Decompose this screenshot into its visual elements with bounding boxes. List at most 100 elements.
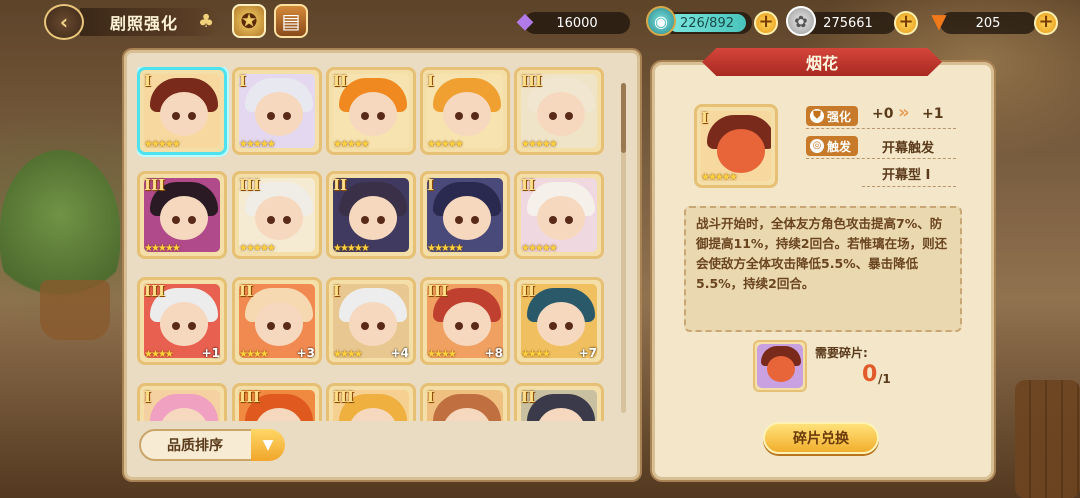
card-stars: ★★★★★ — [144, 243, 181, 254]
shield-icon: ⛊ — [810, 109, 824, 123]
card-portrait — [427, 390, 503, 421]
card-rank: III — [239, 388, 261, 406]
portrait-eye — [172, 322, 180, 330]
portrait-eye — [283, 112, 291, 120]
card-bonus: +3 — [296, 346, 315, 360]
card-stars: ★★★★★ — [333, 243, 370, 254]
portrait-face — [443, 196, 491, 240]
dropdown-arrow-icon[interactable]: ▼ — [251, 429, 285, 461]
character-card[interactable]: I — [420, 383, 510, 421]
character-card[interactable]: I ★★★★★ — [137, 67, 227, 155]
trigger-value: 开幕触发 — [882, 141, 935, 156]
shard-portrait — [757, 344, 803, 388]
detail-name: 烟花 — [805, 54, 838, 73]
page-title: 剧照强化 — [110, 14, 179, 33]
portrait-eye — [549, 112, 557, 120]
portrait-face — [349, 196, 397, 240]
card-stars: ★★★★★ — [521, 139, 558, 150]
card-rank: III — [144, 282, 166, 300]
character-card[interactable]: III — [326, 383, 416, 421]
top-bar: 剧照强化 ‹ ♣ ✪ ▤ 16000 ◆ 226/892 ◉ + 275661 … — [0, 0, 1080, 44]
portrait-eye — [455, 216, 463, 224]
character-card[interactable]: III ★★★★★ — [137, 171, 227, 259]
detail-stars: ★★★★★ — [701, 172, 738, 183]
card-rank: I — [239, 72, 247, 90]
target-icon: ◎ — [810, 139, 824, 153]
add-stamina-button[interactable]: + — [754, 11, 778, 35]
carrots-value: 205 — [975, 15, 1001, 31]
character-card[interactable]: II ★★★★ +3 — [232, 277, 322, 365]
detail-rank: I — [701, 109, 709, 127]
card-stars: ★★★★★ — [144, 139, 181, 150]
portrait-eye — [188, 112, 196, 120]
character-card[interactable]: I ★★★★★ — [232, 67, 322, 155]
portrait-face — [537, 92, 585, 136]
description-text: 战斗开始时，全体友方角色攻击提高7%、防御提高11%，持续2回合。若惟璃在场，则… — [696, 216, 948, 291]
card-stars: ★★★★★ — [427, 243, 464, 254]
card-stars: ★★★★ — [427, 349, 457, 360]
background-barrel — [1015, 380, 1080, 498]
trigger-tag: ◎ 触发 — [806, 136, 858, 156]
shard-required: /1 — [878, 372, 891, 386]
portrait-eye — [361, 322, 369, 330]
character-card[interactable]: III — [232, 383, 322, 421]
portrait-eye — [361, 112, 369, 120]
card-rank: III — [239, 176, 261, 194]
carrots-counter: 205 — [940, 12, 1036, 34]
shard-exchange-button[interactable]: 碎片兑换 — [763, 422, 879, 454]
character-card[interactable]: III ★★★★★ — [514, 67, 604, 155]
card-rank: I — [427, 388, 435, 406]
stamina-value: 226/892 — [679, 15, 734, 31]
divider — [862, 186, 956, 187]
card-portrait — [427, 74, 503, 148]
card-rank: III — [144, 176, 166, 194]
card-stars: ★★★★ — [239, 349, 269, 360]
card-rank: I — [144, 388, 152, 406]
card-stars: ★★★★ — [333, 349, 363, 360]
portrait-face — [255, 302, 303, 346]
card-grid[interactable]: I ★★★★★ I ★★★★★ II ★★★★★ I ★★★★★ III ★★★★★ III ★★★★… — [137, 67, 617, 421]
character-card[interactable]: I ★★★★ +4 — [326, 277, 416, 365]
shard-owned: 0 — [862, 362, 878, 387]
card-rank: I — [333, 282, 341, 300]
portrait-face — [349, 302, 397, 346]
portrait-eye — [565, 112, 573, 120]
scroll-thumb[interactable] — [621, 83, 626, 153]
portrait-face — [717, 129, 765, 173]
book-icon[interactable]: ▤ — [274, 4, 308, 38]
character-card[interactable]: III ★★★★ +8 — [420, 277, 510, 365]
character-card[interactable]: II ★★★★ +7 — [514, 277, 604, 365]
card-rank: III — [521, 72, 543, 90]
portrait-eye — [377, 216, 385, 224]
character-card[interactable]: I ★★★★★ — [420, 171, 510, 259]
add-coins-button[interactable]: + — [894, 11, 918, 35]
carrot-icon: ▼ — [931, 9, 947, 33]
scrollbar[interactable] — [621, 83, 626, 413]
character-card[interactable]: III ★★★★★ — [232, 171, 322, 259]
portrait-face — [255, 196, 303, 240]
type-value: 开幕型 I — [882, 168, 931, 183]
character-card[interactable]: I ★★★★★ — [420, 67, 510, 155]
card-stars: ★★★★★ — [239, 139, 276, 150]
character-card[interactable]: II ★★★★★ — [326, 171, 416, 259]
compass-medal-icon[interactable]: ✪ — [232, 4, 266, 38]
portrait-eye — [471, 322, 479, 330]
card-portrait — [144, 74, 220, 148]
character-card[interactable]: II ★★★★★ — [514, 171, 604, 259]
character-card[interactable]: II ★★★★★ — [326, 67, 416, 155]
sort-label: 品质排序 — [167, 438, 223, 454]
portrait-face — [255, 92, 303, 136]
portrait-eye — [283, 216, 291, 224]
add-carrots-button[interactable]: + — [1034, 11, 1058, 35]
detail-portrait — [701, 111, 771, 181]
portrait-eye — [455, 322, 463, 330]
card-portrait — [144, 390, 220, 421]
portrait-eye — [283, 322, 291, 330]
back-arrow-icon[interactable]: ‹ — [44, 4, 84, 40]
portrait-eye — [377, 112, 385, 120]
character-card[interactable]: II — [514, 383, 604, 421]
character-card[interactable]: I — [137, 383, 227, 421]
portrait-face — [160, 302, 208, 346]
character-card[interactable]: III ★★★★ +1 — [137, 277, 227, 365]
card-list-panel: I ★★★★★ I ★★★★★ II ★★★★★ I ★★★★★ III ★★★★★ III ★★★★… — [124, 50, 640, 480]
